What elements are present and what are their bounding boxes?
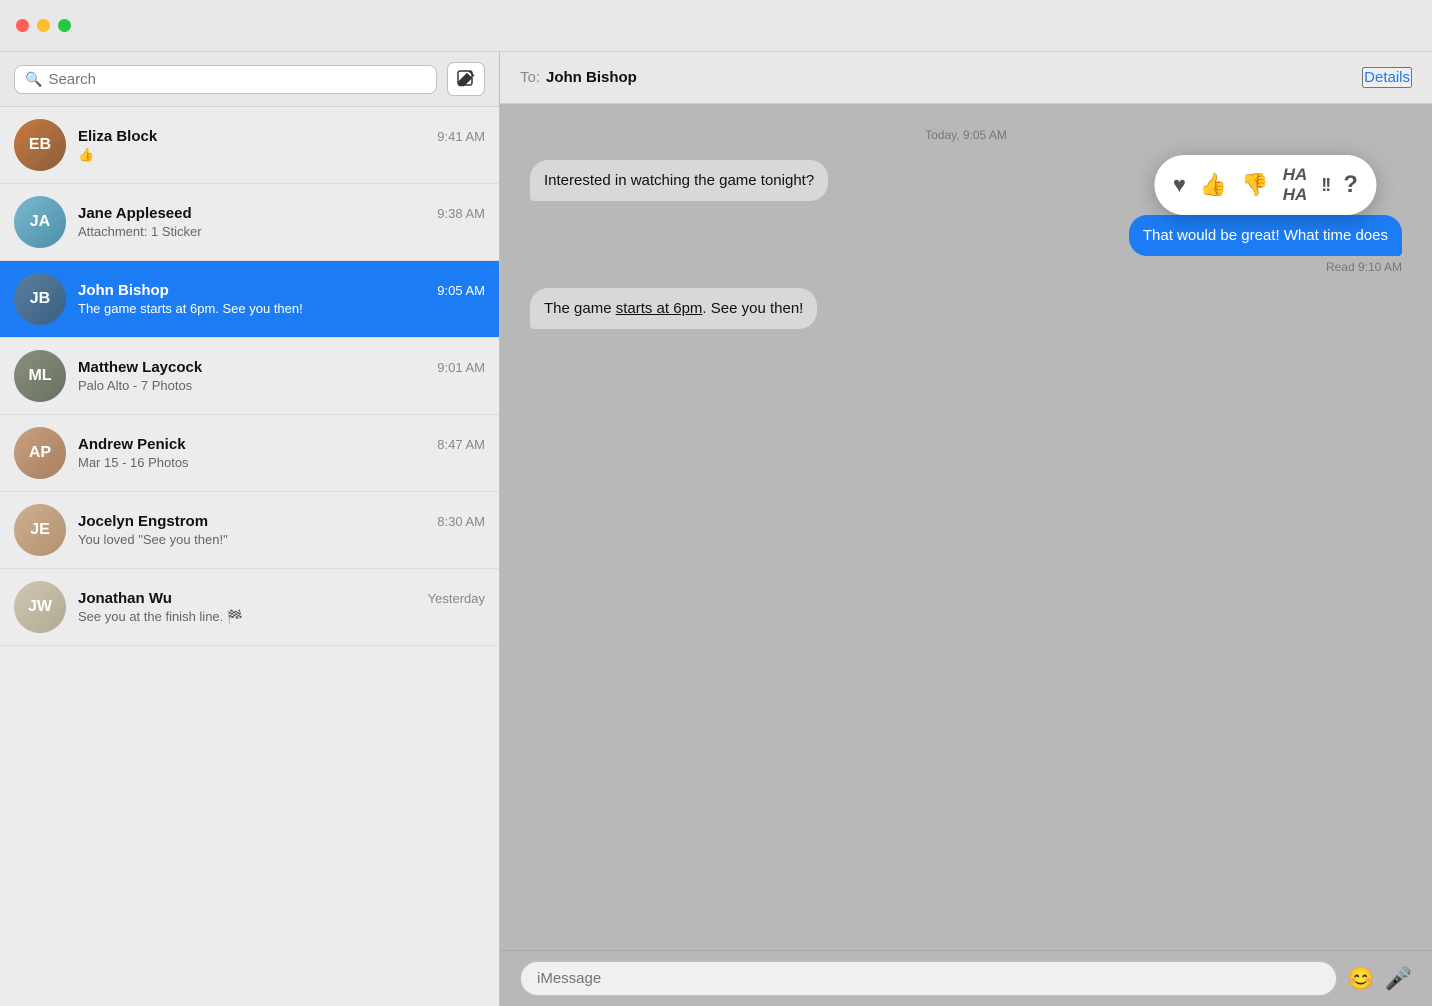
conversation-item-matthew-laycock[interactable]: ML Matthew Laycock 9:01 AM Palo Alto - 7 Ph… bbox=[0, 338, 499, 415]
tapback-popup: ♥ 👍 👎 HAHA !! ? bbox=[1155, 155, 1376, 215]
conv-time-matthew-laycock: 9:01 AM bbox=[437, 360, 485, 375]
avatar-john-bishop: JB bbox=[14, 273, 66, 325]
conv-time-eliza-block: 9:41 AM bbox=[437, 129, 485, 144]
emoji-icon[interactable]: 😊 bbox=[1347, 966, 1374, 992]
sidebar-toolbar: 🔍 bbox=[0, 52, 499, 107]
compose-button[interactable] bbox=[447, 62, 485, 96]
conv-name-jane-appleseed: Jane Appleseed bbox=[78, 205, 192, 222]
details-button[interactable]: Details bbox=[1362, 67, 1412, 88]
search-icon: 🔍 bbox=[25, 71, 42, 88]
conv-preview-eliza-block: 👍 bbox=[78, 147, 485, 163]
message-row-outgoing: ♥ 👍 👎 HAHA !! ? That would be great! Wha… bbox=[1129, 215, 1402, 274]
conv-info-andrew-penick: Andrew Penick 8:47 AM Mar 15 - 16 Photos bbox=[78, 436, 485, 470]
title-bar bbox=[0, 0, 1432, 52]
tapback-question[interactable]: ? bbox=[1343, 171, 1358, 199]
message-input[interactable] bbox=[520, 961, 1337, 996]
chat-header: To: John Bishop Details bbox=[500, 52, 1432, 104]
minimize-button[interactable] bbox=[37, 19, 50, 32]
chat-input-area: 😊 🎤 bbox=[500, 950, 1432, 1006]
read-receipt: Read 9:10 AM bbox=[1326, 260, 1402, 274]
conv-name-matthew-laycock: Matthew Laycock bbox=[78, 359, 202, 376]
message-with-tapback: ♥ 👍 👎 HAHA !! ? That would be great! Wha… bbox=[1129, 215, 1402, 256]
conv-preview-jane-appleseed: Attachment: 1 Sticker bbox=[78, 224, 485, 239]
conv-info-matthew-laycock: Matthew Laycock 9:01 AM Palo Alto - 7 Phot… bbox=[78, 359, 485, 393]
conv-time-jonathan-wu: Yesterday bbox=[428, 591, 485, 606]
conv-preview-andrew-penick: Mar 15 - 16 Photos bbox=[78, 455, 485, 470]
conv-name-andrew-penick: Andrew Penick bbox=[78, 436, 186, 453]
maximize-button[interactable] bbox=[58, 19, 71, 32]
avatar-eliza-block: EB bbox=[14, 119, 66, 171]
chat-area: To: John Bishop Details Today, 9:05 AM I… bbox=[500, 52, 1432, 1006]
to-label: To: bbox=[520, 69, 540, 86]
conv-preview-matthew-laycock: Palo Alto - 7 Photos bbox=[78, 378, 485, 393]
conv-info-john-bishop: John Bishop 9:05 AM The game starts at 6pm… bbox=[78, 282, 485, 316]
microphone-icon[interactable]: 🎤 bbox=[1385, 966, 1412, 992]
conv-preview-jocelyn-engstrom: You loved "See you then!" bbox=[78, 532, 485, 547]
sidebar: 🔍 EB Eliza Block 9:41 AM 👍 JA Jane Appleseed 9… bbox=[0, 52, 500, 1006]
chat-messages: Today, 9:05 AM Interested in watching th… bbox=[500, 104, 1432, 950]
message-text-part1: The game bbox=[544, 300, 616, 317]
message-bubble-incoming-2[interactable]: The game starts at 6pm. See you then! bbox=[530, 288, 817, 329]
message-row: Interested in watching the game tonight? bbox=[530, 160, 828, 201]
search-input[interactable] bbox=[48, 71, 426, 88]
conv-name-jonathan-wu: Jonathan Wu bbox=[78, 590, 172, 607]
date-divider: Today, 9:05 AM bbox=[530, 128, 1402, 142]
conversation-item-eliza-block[interactable]: EB Eliza Block 9:41 AM 👍 bbox=[0, 107, 499, 184]
message-bubble[interactable]: Interested in watching the game tonight? bbox=[530, 160, 828, 201]
tapback-thumbsup[interactable]: 👍 bbox=[1200, 172, 1227, 198]
message-text-part3: . See you then! bbox=[702, 300, 803, 317]
close-button[interactable] bbox=[16, 19, 29, 32]
conv-info-jonathan-wu: Jonathan Wu Yesterday See you at the finis… bbox=[78, 590, 485, 625]
message-text-outgoing: That would be great! What time does bbox=[1143, 227, 1388, 244]
message-text-part2: starts at 6pm bbox=[616, 300, 703, 317]
compose-icon bbox=[457, 70, 475, 88]
app-body: 🔍 EB Eliza Block 9:41 AM 👍 JA Jane Appleseed 9… bbox=[0, 52, 1432, 1006]
conv-preview-john-bishop: The game starts at 6pm. See you then! bbox=[78, 301, 485, 316]
message-bubble-outgoing[interactable]: That would be great! What time does bbox=[1129, 215, 1402, 256]
conversation-item-jonathan-wu[interactable]: JW Jonathan Wu Yesterday See you at the fin… bbox=[0, 569, 499, 646]
tapback-heart[interactable]: ♥ bbox=[1173, 172, 1186, 198]
conversation-item-jane-appleseed[interactable]: JA Jane Appleseed 9:38 AM Attachment: 1 Sti… bbox=[0, 184, 499, 261]
conv-time-andrew-penick: 8:47 AM bbox=[437, 437, 485, 452]
conversation-list: EB Eliza Block 9:41 AM 👍 JA Jane Appleseed 9:3… bbox=[0, 107, 499, 1006]
conv-name-jocelyn-engstrom: Jocelyn Engstrom bbox=[78, 513, 208, 530]
message-text: Interested in watching the game tonight? bbox=[544, 172, 814, 189]
chat-header-to: To: John Bishop bbox=[520, 69, 637, 86]
conv-time-jocelyn-engstrom: 8:30 AM bbox=[437, 514, 485, 529]
conversation-item-jocelyn-engstrom[interactable]: JE Jocelyn Engstrom 8:30 AM You loved "See … bbox=[0, 492, 499, 569]
avatar-jane-appleseed: JA bbox=[14, 196, 66, 248]
to-name: John Bishop bbox=[546, 69, 637, 86]
conv-time-jane-appleseed: 9:38 AM bbox=[437, 206, 485, 221]
conversation-item-andrew-penick[interactable]: AP Andrew Penick 8:47 AM Mar 15 - 16 Photos bbox=[0, 415, 499, 492]
conversation-item-john-bishop[interactable]: JB John Bishop 9:05 AM The game starts at 6… bbox=[0, 261, 499, 338]
avatar-jocelyn-engstrom: JE bbox=[14, 504, 66, 556]
tapback-thumbsdown[interactable]: 👎 bbox=[1241, 172, 1268, 198]
avatar-matthew-laycock: ML bbox=[14, 350, 66, 402]
conv-info-jane-appleseed: Jane Appleseed 9:38 AM Attachment: 1 Stick… bbox=[78, 205, 485, 239]
avatar-jonathan-wu: JW bbox=[14, 581, 66, 633]
window-controls bbox=[16, 19, 71, 32]
tapback-exclamation[interactable]: !! bbox=[1321, 175, 1329, 196]
conv-info-eliza-block: Eliza Block 9:41 AM 👍 bbox=[78, 128, 485, 163]
conv-preview-jonathan-wu: See you at the finish line. 🏁 bbox=[78, 609, 485, 625]
tapback-haha[interactable]: HAHA bbox=[1283, 165, 1308, 205]
conv-name-eliza-block: Eliza Block bbox=[78, 128, 157, 145]
conv-info-jocelyn-engstrom: Jocelyn Engstrom 8:30 AM You loved "See yo… bbox=[78, 513, 485, 547]
avatar-andrew-penick: AP bbox=[14, 427, 66, 479]
conv-time-john-bishop: 9:05 AM bbox=[437, 283, 485, 298]
conv-name-john-bishop: John Bishop bbox=[78, 282, 169, 299]
message-row-incoming-2: The game starts at 6pm. See you then! bbox=[530, 288, 817, 329]
search-bar[interactable]: 🔍 bbox=[14, 65, 437, 94]
